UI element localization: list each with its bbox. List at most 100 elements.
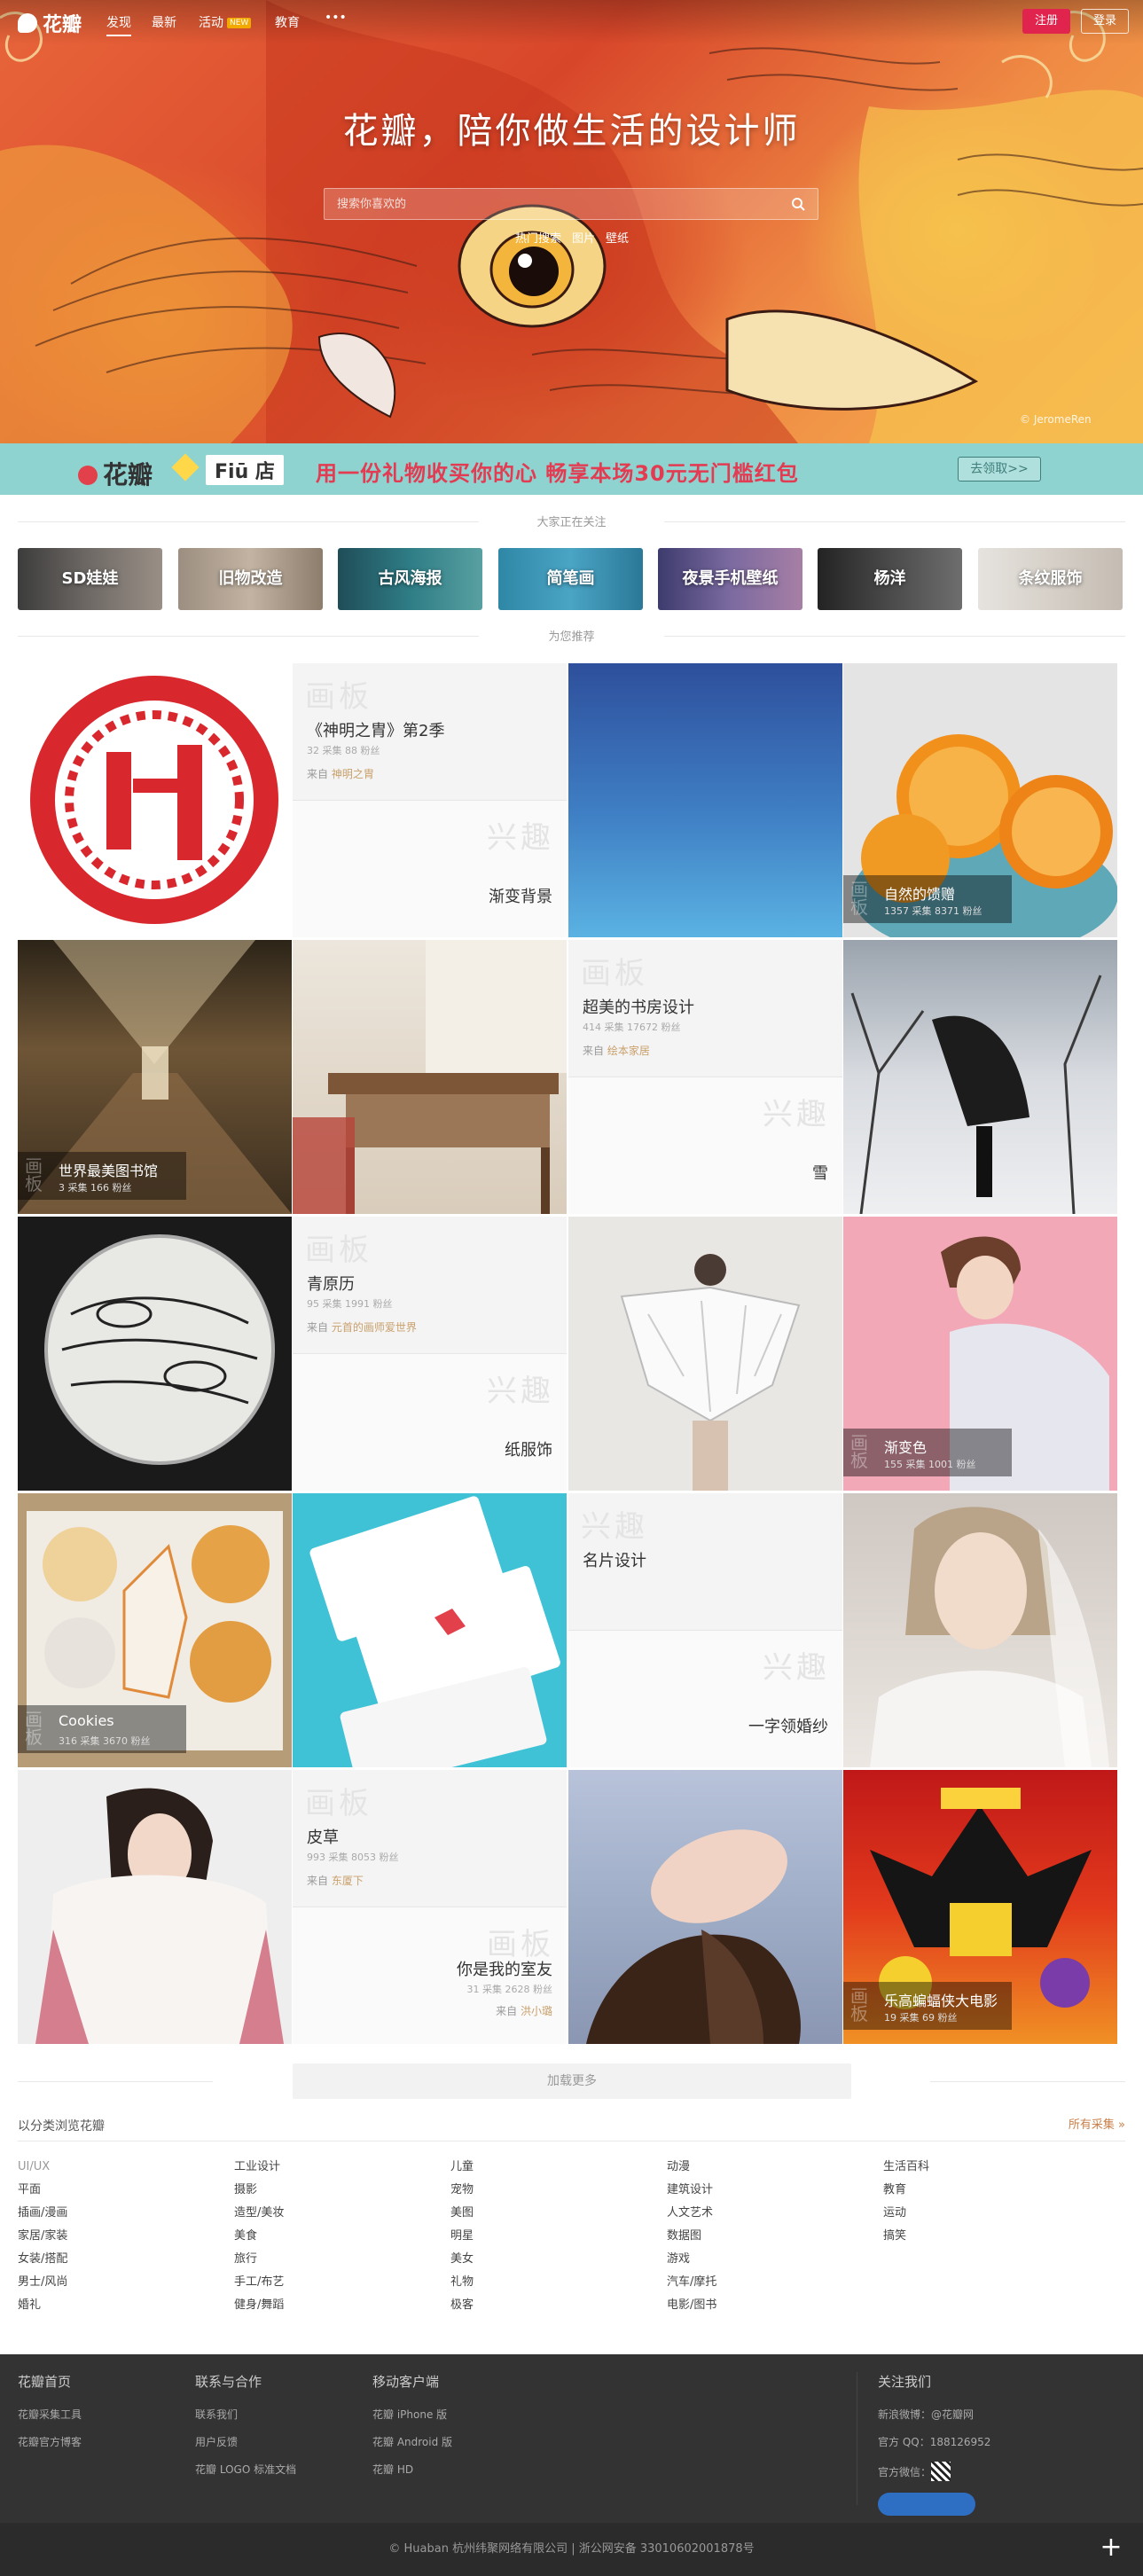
category-link[interactable]: 摄影: [234, 2179, 450, 2202]
category-link[interactable]: 平面: [18, 2179, 234, 2202]
category-link[interactable]: 儿童: [450, 2156, 667, 2179]
more-menu-icon[interactable]: •••: [325, 11, 347, 25]
follow-tag[interactable]: 夜景手机壁纸: [658, 548, 802, 610]
category-link[interactable]: 动漫: [667, 2156, 883, 2179]
footer-link[interactable]: 用户反馈: [195, 2434, 296, 2462]
category-link[interactable]: 女装/搭配: [18, 2248, 234, 2271]
source-user-link[interactable]: 绘本家居: [607, 1045, 650, 1057]
footer-link[interactable]: 花瓣采集工具: [18, 2407, 82, 2434]
pin-image-desk[interactable]: [293, 940, 567, 1214]
board-title[interactable]: 超美的书房设计: [583, 995, 694, 1018]
pin-image-paper-dress[interactable]: [568, 1217, 842, 1491]
category-link[interactable]: 造型/美妆: [234, 2202, 450, 2225]
follow-tag[interactable]: 简笔画: [498, 548, 643, 610]
footer-heading[interactable]: 花瓣首页: [18, 2372, 82, 2391]
interest-title[interactable]: 纸服饰: [505, 1437, 552, 1460]
claim-button[interactable]: 去领取>>: [958, 457, 1041, 482]
interest-card[interactable]: 兴趣 渐变背景: [293, 801, 567, 937]
category-link[interactable]: 宠物: [450, 2179, 667, 2202]
promo-banner[interactable]: 花瓣 Fiū 店 用一份礼物收买你的心 畅享本场30元无门槛红包 去领取>>: [0, 443, 1143, 495]
interest-title[interactable]: 渐变背景: [489, 884, 552, 907]
caption-title[interactable]: 渐变色: [884, 1436, 927, 1457]
category-link[interactable]: 电影/图书: [667, 2294, 883, 2317]
category-link[interactable]: 建筑设计: [667, 2179, 883, 2202]
category-link[interactable]: 极客: [450, 2294, 667, 2317]
category-link[interactable]: 美女: [450, 2248, 667, 2271]
pin-image-fish-plate[interactable]: [18, 1217, 292, 1491]
board-title[interactable]: 皮草: [307, 1825, 339, 1848]
board-card[interactable]: 画板 青原历 95 采集 1991 粉丝 来自 元首的画师爱世界 兴趣 纸服饰: [293, 1217, 567, 1491]
source-user-link[interactable]: 洪小璐: [521, 2005, 552, 2017]
nav-activity[interactable]: 活动 NEW: [199, 13, 252, 31]
category-link[interactable]: 手工/布艺: [234, 2271, 450, 2294]
board-title[interactable]: 你是我的室友: [457, 1957, 552, 1980]
category-link[interactable]: 健身/舞蹈: [234, 2294, 450, 2317]
board-title[interactable]: 青原历: [307, 1272, 355, 1295]
source-user-link[interactable]: 东厦下: [332, 1875, 364, 1887]
nav-education[interactable]: 教育: [275, 13, 300, 31]
source-user-link[interactable]: 元首的画师爱世界: [332, 1321, 417, 1334]
interest-card[interactable]: 兴趣 一字领婚纱: [568, 1631, 842, 1767]
pin-image-portrait[interactable]: [568, 1770, 842, 2044]
category-link[interactable]: 数据图: [667, 2225, 883, 2248]
hot-search-link[interactable]: 图片: [572, 232, 595, 246]
board-card[interactable]: 画板 超美的书房设计 414 采集 17672 粉丝 来自 绘本家居 兴趣雪: [568, 940, 842, 1214]
category-link[interactable]: 人文艺术: [667, 2202, 883, 2225]
interest-title[interactable]: 名片设计: [583, 1548, 646, 1571]
interest-card[interactable]: 兴趣 名片设计 兴趣 一字领婚纱: [568, 1493, 842, 1767]
source-user-link[interactable]: 神明之胄: [332, 768, 374, 780]
hot-search-link[interactable]: 壁纸: [606, 232, 629, 246]
pin-image-bride[interactable]: [843, 1493, 1117, 1767]
caption-title[interactable]: 自然的馈赠: [884, 882, 955, 904]
pin-image-lego-batman[interactable]: 画板 乐高蝙蝠侠大电影 19 采集 69 粉丝: [843, 1770, 1117, 2044]
category-link[interactable]: 汽车/摩托: [667, 2271, 883, 2294]
category-link[interactable]: 家居/家装: [18, 2225, 234, 2248]
pin-image-paper-cut[interactable]: [18, 663, 292, 937]
pin-image-snow[interactable]: [843, 940, 1117, 1214]
load-more-button[interactable]: 加载更多: [293, 2063, 851, 2099]
pin-image-cookies[interactable]: 画板 Cookies 316 采集 3670 粉丝: [18, 1493, 292, 1767]
follow-tag[interactable]: 古风海报: [338, 548, 482, 610]
nav-latest[interactable]: 最新: [152, 13, 176, 31]
interest-card[interactable]: 兴趣雪: [568, 1077, 842, 1214]
category-link[interactable]: 婚礼: [18, 2294, 234, 2317]
category-link[interactable]: 礼物: [450, 2271, 667, 2294]
footer-link[interactable]: 花瓣官方博客: [18, 2434, 82, 2462]
pin-image-business-cards[interactable]: [293, 1493, 567, 1767]
follow-tag[interactable]: 杨洋: [818, 548, 962, 610]
plus-icon[interactable]: +: [1096, 2533, 1126, 2564]
board-title[interactable]: 《神明之胄》第2季: [307, 718, 444, 741]
category-link[interactable]: UI/UX: [18, 2156, 234, 2179]
category-link[interactable]: 运动: [883, 2202, 1100, 2225]
pin-image-pink[interactable]: 画板 渐变色 155 采集 1001 粉丝: [843, 1217, 1117, 1491]
category-link[interactable]: 教育: [883, 2179, 1100, 2202]
board-card[interactable]: 画板 皮草 993 采集 8053 粉丝 来自 东厦下 画板 你是我的室友 31…: [293, 1770, 567, 2044]
category-link[interactable]: 美图: [450, 2202, 667, 2225]
follow-tag[interactable]: 条纹服饰: [978, 548, 1123, 610]
footer-link[interactable]: 花瓣 iPhone 版: [372, 2407, 452, 2434]
footer-link[interactable]: 联系我们: [195, 2407, 296, 2434]
pin-image-fur-coat[interactable]: [18, 1770, 292, 2044]
category-link[interactable]: 旅行: [234, 2248, 450, 2271]
weibo-link[interactable]: 新浪微博：@花瓣网: [878, 2407, 990, 2434]
interest-title[interactable]: 一字领婚纱: [748, 1714, 828, 1737]
pin-image-oranges[interactable]: 画板 自然的馈赠 1357 采集 8371 粉丝: [843, 663, 1117, 937]
category-link[interactable]: 明星: [450, 2225, 667, 2248]
category-link[interactable]: 生活百科: [883, 2156, 1100, 2179]
register-button[interactable]: 注册: [1022, 9, 1070, 34]
search-input[interactable]: [325, 189, 768, 219]
board-card[interactable]: 画板 《神明之胄》第2季 32 采集 88 粉丝 来自 神明之胄 兴趣 渐变背景: [293, 663, 567, 937]
caption-title[interactable]: Cookies: [59, 1712, 114, 1729]
huaban-logo[interactable]: 花瓣: [18, 9, 82, 37]
footer-link[interactable]: 花瓣 LOGO 标准文档: [195, 2462, 296, 2489]
category-link[interactable]: 工业设计: [234, 2156, 450, 2179]
nav-discover[interactable]: 发现: [106, 13, 131, 36]
follow-tag[interactable]: 旧物改造: [178, 548, 323, 610]
category-link[interactable]: 游戏: [667, 2248, 883, 2271]
category-link[interactable]: 插画/漫画: [18, 2202, 234, 2225]
category-link[interactable]: 搞笑: [883, 2225, 1100, 2248]
all-pins-link[interactable]: 所有采集 »: [1069, 2115, 1125, 2132]
pin-image-gradient[interactable]: [568, 663, 842, 937]
interest-card[interactable]: 兴趣 纸服饰: [293, 1354, 567, 1491]
interest-title[interactable]: 雪: [812, 1161, 828, 1184]
